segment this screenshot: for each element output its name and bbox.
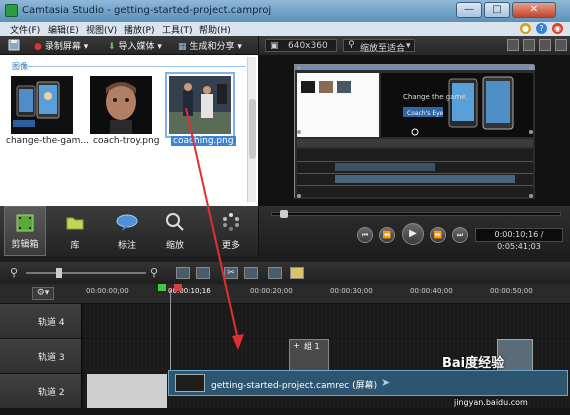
camtasia-window: Camtasia Studio - getting-started-projec… (0, 0, 570, 415)
baidu-watermark-logo: Bai度经验 (442, 356, 505, 371)
watermark-url: jingyan.baidu.com (454, 398, 528, 407)
